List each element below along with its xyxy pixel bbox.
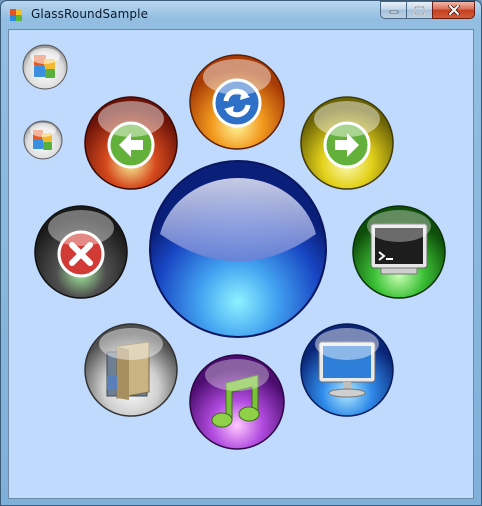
close-icon <box>447 5 460 15</box>
terminal-button[interactable] <box>351 204 447 300</box>
computer-button[interactable] <box>299 322 395 418</box>
folder-button[interactable] <box>83 322 179 418</box>
app-window: GlassRoundSample <box>0 0 482 506</box>
caption-buttons <box>380 1 475 20</box>
app-icon <box>10 9 22 21</box>
window-title: GlassRoundSample <box>31 7 149 21</box>
minimize-icon <box>389 10 398 14</box>
maximize-icon <box>414 5 425 15</box>
office-small-button-1[interactable] <box>22 44 68 90</box>
minimize-button[interactable] <box>380 1 406 19</box>
maximize-button[interactable] <box>406 1 432 19</box>
close-window-button[interactable] <box>432 1 475 19</box>
title-bar[interactable]: GlassRoundSample <box>1 1 481 28</box>
office-small-button-2[interactable] <box>23 120 63 160</box>
music-button[interactable] <box>188 353 286 451</box>
stop-button[interactable] <box>33 204 129 300</box>
refresh-button[interactable] <box>188 53 286 151</box>
center-orb-button[interactable] <box>148 159 328 339</box>
client-area <box>8 29 474 499</box>
